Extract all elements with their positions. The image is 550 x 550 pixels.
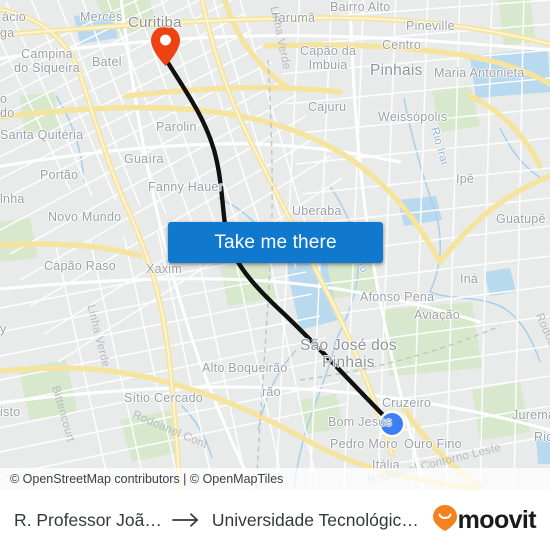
moovit-pin-icon: [432, 504, 457, 536]
map-attribution: © OpenStreetMap contributors | © OpenMap…: [0, 468, 550, 490]
arrow-right-icon: [171, 512, 202, 528]
trip-summary[interactable]: R. Professor Joã… Universidade Tecnológi…: [14, 510, 427, 531]
take-me-there-button[interactable]: Take me there: [168, 222, 383, 263]
trip-destination-label: Universidade Tecnológica Fede…: [211, 509, 427, 530]
destination-dot-icon[interactable]: [381, 413, 403, 435]
moovit-logo[interactable]: moovit: [432, 504, 537, 536]
map-canvas[interactable]: ácio ga Mercês Curitiba Tarumã Bairro Alto Pin…: [0, 0, 550, 490]
trip-origin-label: R. Professor Joã…: [14, 509, 162, 530]
moovit-wordmark: moovit: [457, 505, 537, 534]
trip-bottom-bar: R. Professor Joã… Universidade Tecnológi…: [0, 490, 550, 550]
attribution-text[interactable]: © OpenStreetMap contributors | © OpenMap…: [0, 472, 283, 486]
moovit-map-screen: ácio ga Mercês Curitiba Tarumã Bairro Alto Pin…: [0, 0, 550, 550]
origin-pin-icon[interactable]: [151, 26, 180, 66]
